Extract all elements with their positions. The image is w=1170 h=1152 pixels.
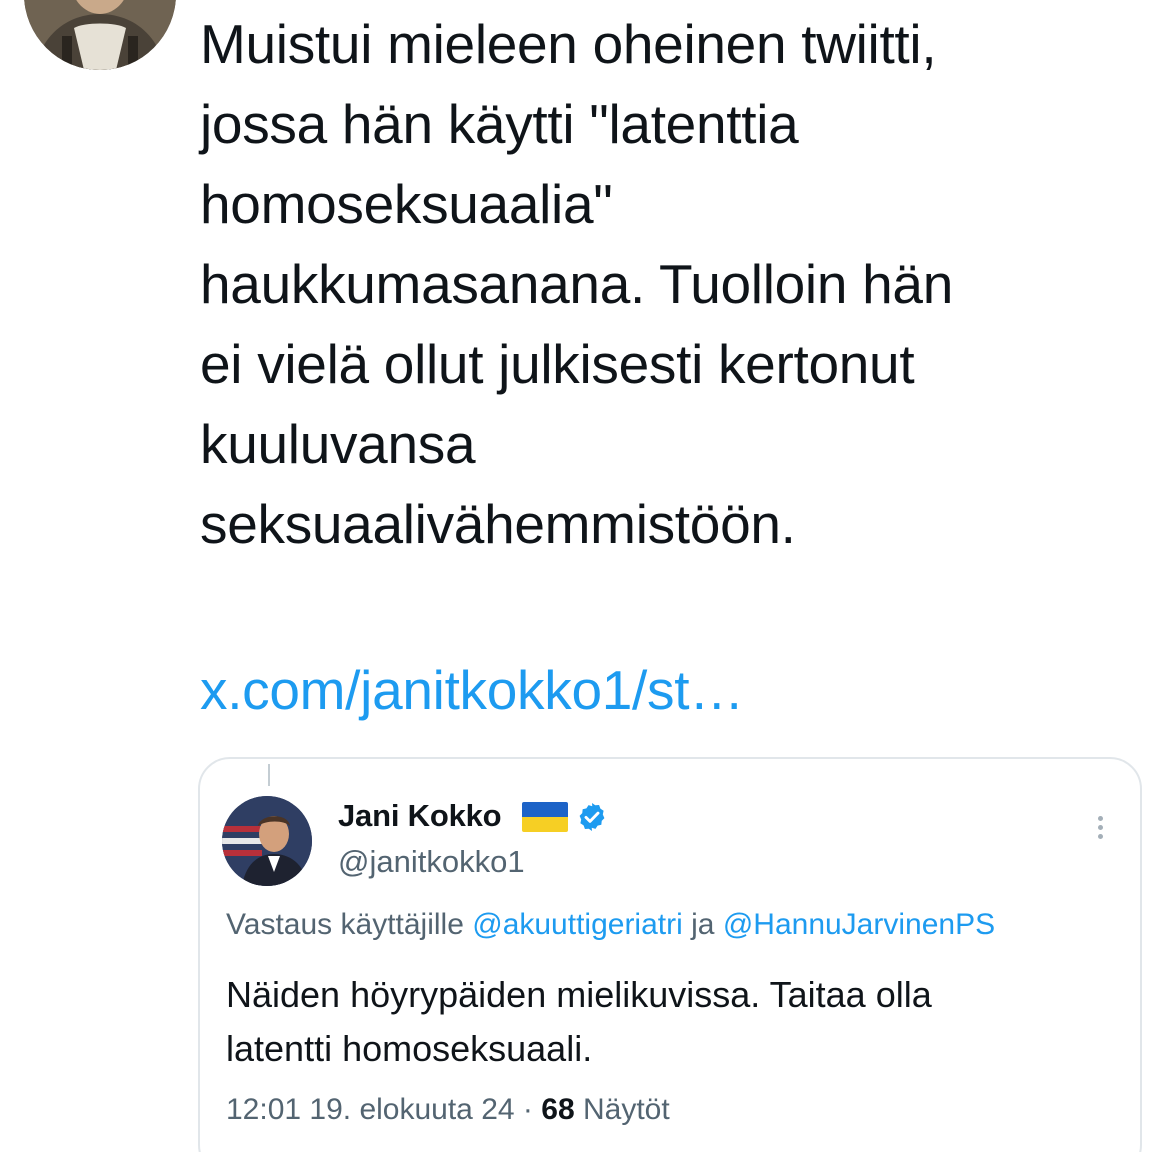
author-avatar-image xyxy=(24,0,176,70)
verified-badge-icon xyxy=(579,803,605,831)
meta-separator: · xyxy=(522,1093,533,1126)
tweet-link[interactable]: x.com/janitkokko1/st… xyxy=(200,650,744,730)
reply-joiner: ja xyxy=(691,908,715,941)
thread-line xyxy=(268,764,270,786)
reply-context: Vastaus käyttäjille @akuuttigeriatri ja … xyxy=(226,905,995,945)
mention-link-2[interactable]: @HannuJarvinenPS xyxy=(723,908,995,941)
mention-link-1[interactable]: @akuuttigeriatri xyxy=(472,908,683,941)
quoted-author-name[interactable]: Jani Kokko xyxy=(338,796,502,836)
author-avatar[interactable] xyxy=(24,0,176,70)
quoted-author-avatar[interactable] xyxy=(222,796,312,886)
reply-prefix: Vastaus käyttäjille xyxy=(226,908,464,941)
tweet-text: Muistui mieleen oheinen twiitti, jossa h… xyxy=(200,13,953,555)
ukraine-flag-icon xyxy=(522,802,568,832)
quoted-author-handle[interactable]: @janitkokko1 xyxy=(338,842,525,882)
views-count: 68 xyxy=(541,1093,575,1126)
quoted-author-avatar-image xyxy=(222,796,312,886)
quoted-tweet-text: Näiden höyrypäiden mielikuvissa. Taitaa … xyxy=(226,974,932,1069)
views-label: Näytöt xyxy=(582,1093,670,1126)
more-options-icon[interactable] xyxy=(1090,812,1110,848)
tweet-view: Muistui mieleen oheinen twiitti, jossa h… xyxy=(0,0,1170,1152)
tweet-timestamp[interactable]: 12:01 19. elokuuta 24 xyxy=(226,1093,515,1126)
quoted-tweet-meta: 12:01 19. elokuuta 24 · 68 Näytöt xyxy=(226,1090,670,1130)
